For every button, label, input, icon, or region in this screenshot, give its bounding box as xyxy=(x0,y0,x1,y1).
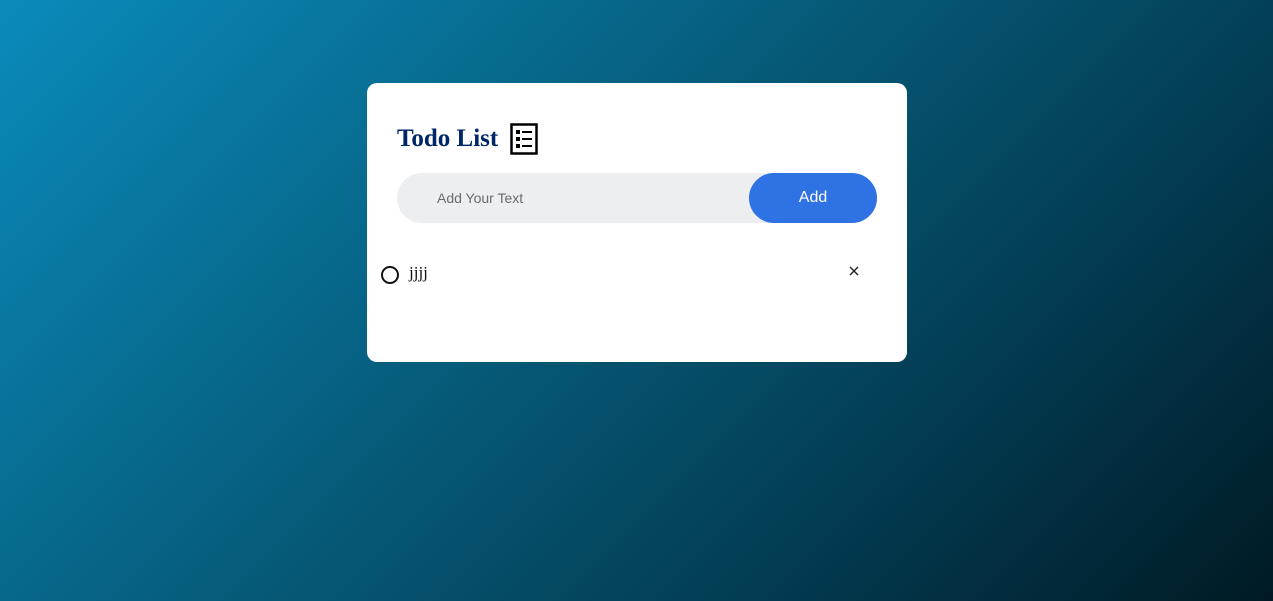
list-item[interactable]: jjjj xyxy=(381,259,871,287)
page-title: Todo List xyxy=(397,125,499,152)
add-button[interactable]: Add xyxy=(749,173,877,223)
todo-item-text: jjjj xyxy=(409,263,428,282)
close-icon[interactable] xyxy=(847,264,861,278)
page-background: { "app": { "title": "Todo List", "title_… xyxy=(0,0,1273,601)
todo-header: Todo List xyxy=(397,123,538,155)
todo-list: jjjj xyxy=(381,259,871,287)
todo-input-row: Add xyxy=(397,173,877,223)
circle-icon[interactable] xyxy=(381,266,399,284)
checklist-icon xyxy=(510,123,538,155)
todo-card: Todo List Add jjjj xyxy=(367,83,907,362)
todo-input[interactable] xyxy=(427,173,737,223)
